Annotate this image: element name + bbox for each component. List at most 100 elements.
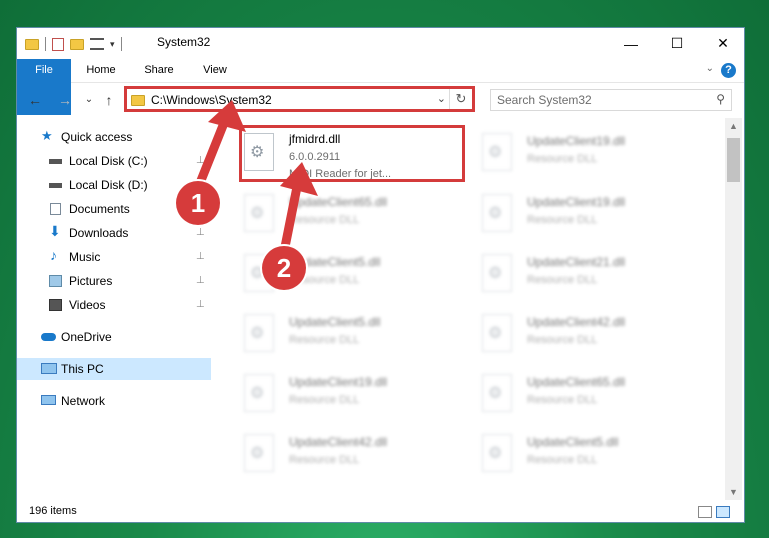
item-count: 196 items: [29, 505, 77, 517]
dll-file-icon: ⚙: [482, 194, 512, 232]
file-name: UpdateClient65.dll: [527, 375, 626, 389]
search-placeholder: Search System32: [497, 93, 592, 107]
window-title: System32: [157, 35, 211, 49]
vertical-scrollbar[interactable]: ▲ ▼: [725, 118, 742, 500]
file-item[interactable]: ⚙ UpdateClient65.dll Resource DLL: [477, 366, 697, 422]
step-badge-2: 2: [262, 246, 306, 290]
sidebar-item-quick-access[interactable]: ★ Quick access: [17, 126, 211, 148]
address-dropdown-icon[interactable]: ⌄: [437, 92, 446, 105]
network-icon: [41, 395, 56, 405]
sidebar-item-label: Music: [69, 250, 101, 264]
maximize-button[interactable]: ☐: [654, 28, 700, 59]
folder-icon[interactable]: [25, 38, 39, 50]
dll-file-icon: ⚙: [244, 374, 274, 412]
sidebar-item-label: Local Disk (D:): [69, 178, 148, 192]
refresh-button[interactable]: ↻: [449, 89, 472, 109]
address-path[interactable]: C:\Windows\System32: [151, 93, 272, 107]
sidebar-item-downloads[interactable]: ⬇ Downloads ⊥: [17, 222, 211, 244]
file-item[interactable]: ⚙ UpdateClient19.dll Resource DLL: [239, 366, 459, 422]
sidebar-item-this-pc[interactable]: This PC: [17, 358, 211, 380]
file-item[interactable]: ⚙ UpdateClient65.dll Resource DLL: [239, 186, 459, 242]
file-item[interactable]: ⚙ UpdateClient19.dll Resource DLL: [477, 125, 697, 181]
sidebar-item-label: Documents: [69, 202, 130, 216]
pin-icon[interactable]: ⊥: [196, 270, 205, 292]
gear-icon: ⚙: [250, 445, 265, 462]
status-bar: 196 items: [17, 502, 744, 522]
address-bar-row: ← → ⌄ ↑ C:\Windows\System32 ⌄ ↻ Search S…: [17, 83, 744, 117]
scrollbar-thumb[interactable]: [727, 138, 740, 182]
pin-icon[interactable]: ⊥: [196, 294, 205, 316]
file-item[interactable]: ⚙ UpdateClient5.dll Resource DLL: [239, 306, 459, 362]
pin-icon[interactable]: ⊥: [196, 150, 205, 172]
address-bar[interactable]: C:\Windows\System32 ⌄ ↻: [124, 86, 475, 112]
expand-ribbon-icon[interactable]: ⌄: [706, 63, 714, 74]
sidebar-item-label: OneDrive: [61, 330, 112, 344]
tab-view[interactable]: View: [193, 59, 237, 82]
sidebar-item-local-disk-c[interactable]: Local Disk (C:) ⊥: [17, 150, 211, 172]
sidebar-item-network[interactable]: Network: [17, 390, 211, 412]
file-name: UpdateClient19.dll: [289, 375, 388, 389]
tab-home[interactable]: Home: [79, 59, 123, 82]
gear-icon: ⚙: [250, 385, 265, 402]
sidebar-item-label: This PC: [61, 362, 104, 376]
help-icon[interactable]: ?: [721, 63, 736, 78]
gear-icon: ⚙: [488, 445, 503, 462]
dll-file-icon: ⚙: [244, 434, 274, 472]
file-item[interactable]: ⚙ UpdateClient21.dll Resource DLL: [477, 246, 697, 302]
sidebar-item-label: Pictures: [69, 274, 113, 288]
tab-share[interactable]: Share: [137, 59, 181, 82]
drive-icon: [49, 183, 62, 188]
gear-icon: ⚙: [488, 205, 503, 222]
close-button[interactable]: ✕: [700, 28, 744, 59]
scroll-up-icon[interactable]: ▲: [725, 121, 742, 131]
back-button[interactable]: ←: [25, 90, 45, 110]
details-view-icon[interactable]: [698, 506, 712, 518]
toolbar-divider: [45, 37, 46, 51]
file-description: Resource DLL: [289, 334, 360, 346]
music-icon: ♪: [50, 247, 57, 263]
recent-locations-button[interactable]: ⌄: [79, 90, 99, 110]
sidebar-item-videos[interactable]: Videos ⊥: [17, 294, 211, 316]
file-description: Resource DLL: [289, 214, 360, 226]
cloud-icon: [41, 333, 56, 341]
sidebar-item-music[interactable]: ♪ Music ⊥: [17, 246, 211, 268]
properties-icon[interactable]: [52, 37, 64, 51]
file-item[interactable]: ⚙ UpdateClient5.dll Resource DLL: [477, 426, 697, 482]
search-icon[interactable]: ⚲: [716, 92, 725, 106]
gear-icon: ⚙: [250, 325, 265, 342]
chevron-down-icon[interactable]: ▾: [110, 39, 115, 50]
minimize-button[interactable]: —: [608, 28, 654, 59]
videos-icon: [49, 299, 62, 311]
pin-icon[interactable]: ⊥: [196, 246, 205, 268]
tiles-view-icon[interactable]: [716, 506, 730, 518]
toolbar-divider: [120, 37, 122, 51]
file-description: Resource DLL: [527, 334, 598, 346]
file-name: UpdateClient5.dll: [289, 315, 381, 329]
file-item[interactable]: ⚙ UpdateClient42.dll Resource DLL: [477, 306, 697, 362]
highlight-box: [239, 125, 465, 182]
file-name: UpdateClient19.dll: [527, 134, 626, 148]
dll-file-icon: ⚙: [482, 133, 512, 171]
up-button[interactable]: ↑: [99, 90, 119, 110]
gear-icon: ⚙: [488, 265, 503, 282]
drive-icon: [49, 159, 62, 164]
sidebar-item-label: Videos: [69, 298, 106, 312]
file-description: Resource DLL: [289, 394, 360, 406]
pin-icon[interactable]: ⊥: [196, 222, 205, 244]
sidebar-item-pictures[interactable]: Pictures ⊥: [17, 270, 211, 292]
dll-file-icon: ⚙: [482, 374, 512, 412]
file-item[interactable]: ⚙ UpdateClient19.dll Resource DLL: [477, 186, 697, 242]
dll-file-icon: ⚙: [244, 314, 274, 352]
dll-file-icon: ⚙: [482, 254, 512, 292]
customize-toolbar-icon[interactable]: [90, 38, 104, 50]
scroll-down-icon[interactable]: ▼: [725, 487, 742, 497]
file-item[interactable]: ⚙ UpdateClient42.dll Resource DLL: [239, 426, 459, 482]
sidebar-item-onedrive[interactable]: OneDrive: [17, 326, 211, 348]
new-folder-icon[interactable]: [70, 38, 84, 50]
explorer-window: ▾ System32 — ☐ ✕ File Home Share View ⌄ …: [16, 27, 745, 523]
file-name: UpdateClient5.dll: [527, 435, 619, 449]
search-input[interactable]: Search System32 ⚲: [490, 89, 732, 111]
dll-file-icon: ⚙: [482, 314, 512, 352]
sidebar-item-label: Network: [61, 394, 106, 408]
forward-button[interactable]: →: [55, 90, 75, 110]
